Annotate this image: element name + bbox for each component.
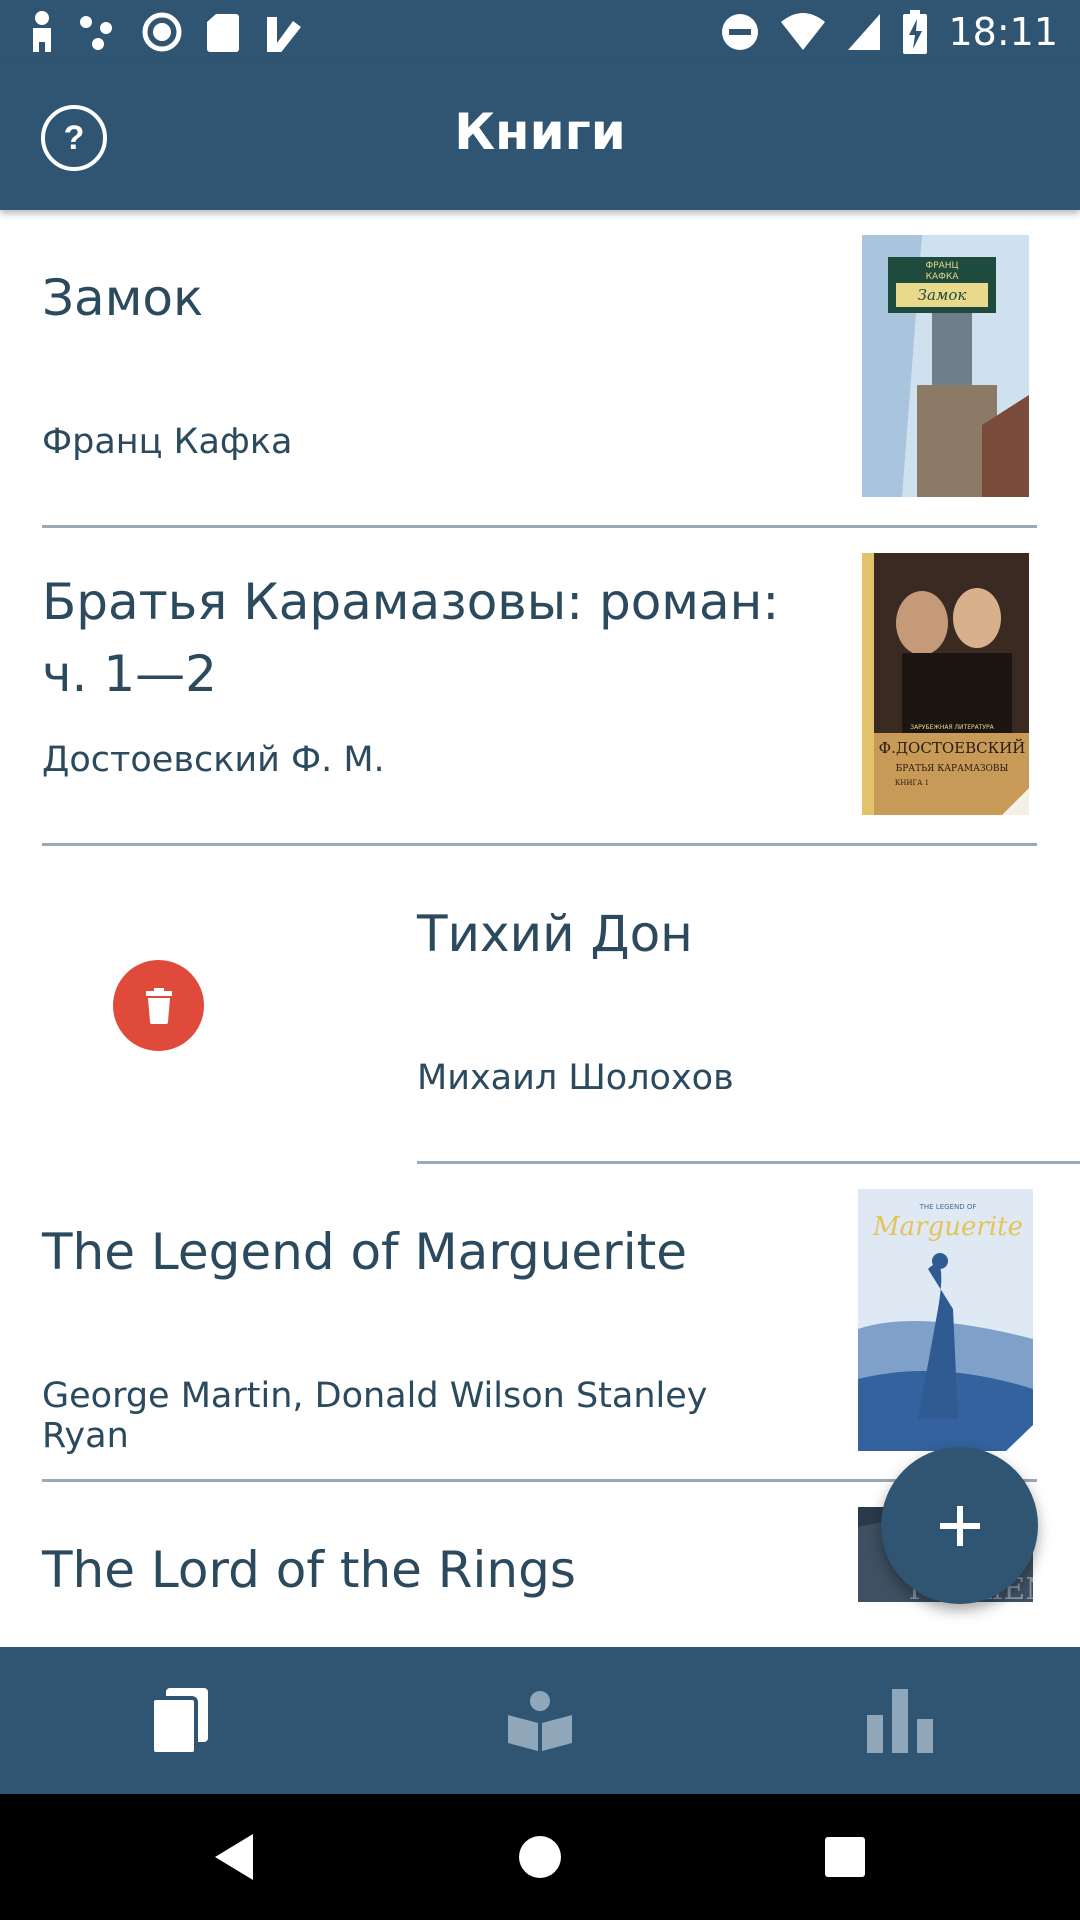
cover-author-text: Ф.ДОСТОЕВСКИЙ	[879, 738, 1026, 757]
wifi-icon	[781, 13, 826, 50]
book-author: Михаил Шолохов	[417, 1058, 734, 1098]
book-author: George Martin, Donald Wilson Stanley Rya…	[42, 1376, 708, 1456]
recents-button[interactable]	[665, 1794, 1025, 1920]
tab-library[interactable]	[0, 1647, 360, 1794]
library-icon	[152, 1687, 208, 1754]
clock: 18:11	[948, 10, 1058, 54]
book-cover-image: ФРАНЦ КАФКА Замок	[862, 235, 1029, 497]
page-title: Книги	[454, 103, 626, 161]
stats-icon	[867, 1688, 933, 1753]
delete-button[interactable]	[113, 960, 204, 1051]
system-navigation-bar	[0, 1794, 1080, 1920]
book-list: Замок Франц Кафка ФРАНЦ КАФКА Замок Брат…	[0, 210, 1080, 1647]
trash-icon	[145, 987, 172, 1024]
book-list-item-swiped[interactable]: Тихий Дон Михаил Шолохов	[0, 846, 1080, 1164]
book-list-item[interactable]: The Legend of Marguerite George Martin, …	[0, 1164, 1080, 1482]
plus-icon	[939, 1505, 980, 1546]
book-cover-image: ЗАРУБЕЖНАЯ ЛИТЕРАТУРА Ф.ДОСТОЕВСКИЙ БРАТ…	[862, 553, 1029, 815]
cover-title-text: БРАТЬЯ КАРАМАЗОВЫ	[896, 764, 1009, 774]
book-author: Достоевский Ф. М.	[42, 740, 385, 780]
book-list-item[interactable]: Замок Франц Кафка ФРАНЦ КАФКА Замок	[0, 210, 1080, 528]
book-title: Тихий Дон	[417, 905, 693, 963]
book-title: Братья Карамазовы: роман: ч. 1—2	[42, 573, 780, 703]
dnd-icon	[722, 14, 759, 50]
cover-author-line: ФРАНЦ	[925, 261, 958, 271]
home-icon	[519, 1836, 561, 1878]
sd-card-icon	[207, 14, 239, 52]
swiped-row-content[interactable]: Тихий Дон Михаил Шолохов	[375, 846, 1080, 1164]
tab-statistics[interactable]	[720, 1647, 1080, 1794]
bottom-navigation	[0, 1647, 1080, 1794]
cover-title-text: Marguerite	[872, 1212, 1023, 1242]
cover-series-text: ЗАРУБЕЖНАЯ ЛИТЕРАТУРА	[910, 724, 994, 731]
tab-reading[interactable]	[360, 1647, 720, 1794]
cover-volume-text: КНИГА 1	[895, 779, 929, 787]
person-icon	[33, 11, 51, 52]
book-title: Замок	[42, 269, 204, 327]
app-bar: ? Книги	[0, 63, 1080, 210]
checkmark-icon	[267, 17, 301, 52]
book-cover-image: THE LEGEND OF Marguerite	[858, 1189, 1033, 1451]
signal-icon	[848, 14, 881, 50]
book-title: The Lord of the Rings	[42, 1541, 576, 1599]
book-author: Франц Кафка	[42, 422, 293, 462]
back-icon	[215, 1834, 253, 1880]
reading-icon	[508, 1690, 572, 1751]
cover-subtitle-text: THE LEGEND OF	[919, 1203, 977, 1211]
dots-icon	[80, 16, 112, 50]
add-book-button[interactable]	[881, 1447, 1038, 1604]
status-bar: 18:11	[0, 0, 1080, 63]
recents-icon	[825, 1837, 865, 1877]
book-list-item[interactable]: Братья Карамазовы: роман: ч. 1—2 Достоев…	[0, 528, 1080, 846]
record-icon	[142, 12, 182, 52]
cover-title-text: Замок	[918, 286, 967, 304]
book-title: The Legend of Marguerite	[42, 1223, 687, 1281]
battery-charging-icon	[903, 10, 928, 54]
cover-author-line: КАФКА	[926, 272, 960, 282]
